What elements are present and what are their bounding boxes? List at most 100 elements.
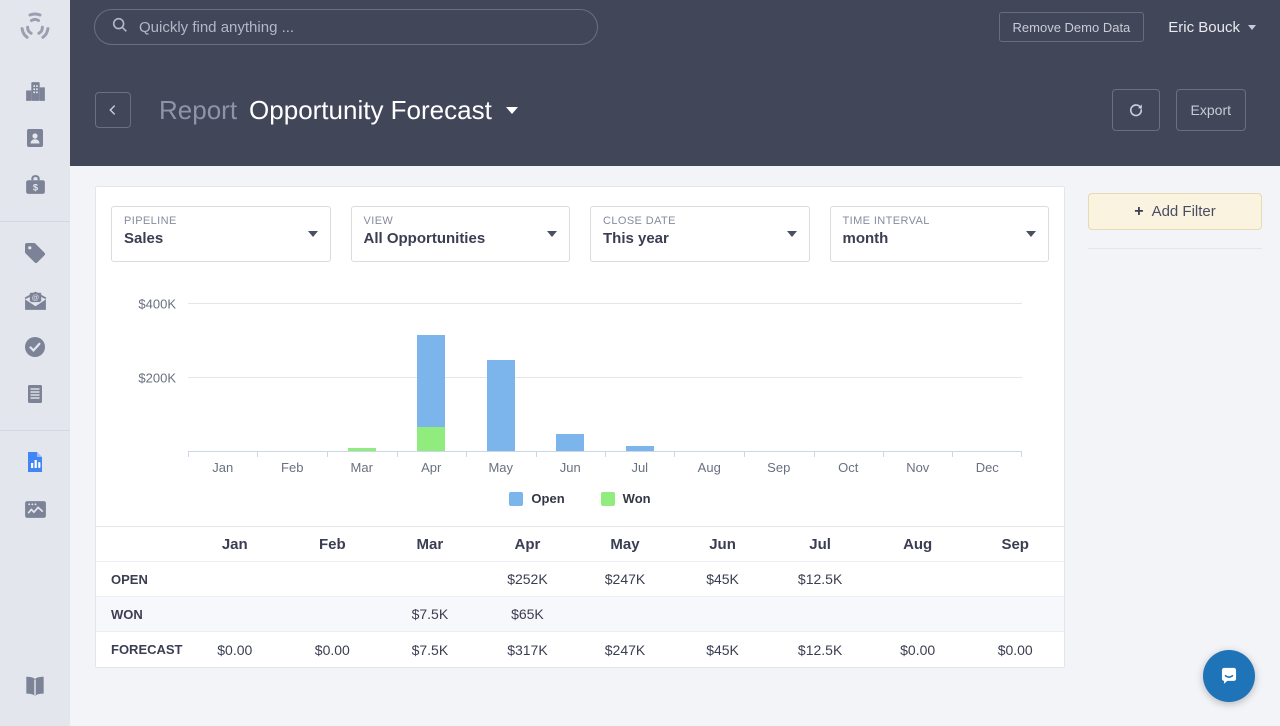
chart-column <box>814 304 884 451</box>
bar-sep[interactable] <box>765 304 793 451</box>
axis-tick <box>326 452 328 457</box>
axis-tick <box>465 452 467 457</box>
x-axis-label: May <box>488 460 514 475</box>
filter-view[interactable]: VIEW All Opportunities <box>350 206 570 262</box>
filter-close-date[interactable]: CLOSE DATE This year <box>590 206 810 262</box>
won-bar-segment[interactable] <box>417 427 446 451</box>
legend-swatch <box>600 491 615 506</box>
bar-feb[interactable] <box>278 304 306 451</box>
sidebar-item-contacts[interactable] <box>0 117 70 164</box>
axis-tick <box>952 452 954 457</box>
chevron-down-icon[interactable] <box>505 106 518 114</box>
page-title: Opportunity Forecast <box>249 94 492 125</box>
axis-tick <box>883 452 884 457</box>
back-button[interactable] <box>95 92 131 128</box>
app-logo-icon[interactable] <box>17 0 53 54</box>
bar-jan[interactable] <box>209 304 237 451</box>
chat-bubble-icon <box>1221 667 1237 684</box>
axis-tick <box>605 452 606 457</box>
filter-side-panel: + Add Filter <box>1088 193 1262 249</box>
report-title-group[interactable]: Report Opportunity Forecast <box>159 95 518 126</box>
chevron-down-icon <box>307 231 318 237</box>
briefcase-dollar-icon: $ <box>23 173 48 203</box>
remove-demo-data-button[interactable]: Remove Demo Data <box>998 12 1145 42</box>
open-bar-segment[interactable] <box>625 446 654 451</box>
check-circle-icon <box>23 335 47 364</box>
report-content: PIPELINE Sales VIEW All Opportunities CL… <box>70 166 1280 726</box>
book-icon <box>22 673 48 704</box>
chart-column <box>953 304 1023 451</box>
legend-item-won[interactable]: Won <box>600 491 651 506</box>
axis-tick <box>188 452 189 457</box>
y-axis-tick-label: $200K <box>138 370 176 386</box>
legend-swatch <box>509 491 524 506</box>
chevron-down-icon <box>1026 231 1036 237</box>
filter-pipeline[interactable]: PIPELINE Sales <box>111 206 331 262</box>
filter-time-interval[interactable]: TIME INTERVAL month <box>829 206 1049 262</box>
x-axis-label: Jun <box>559 460 581 475</box>
chart-plot <box>188 303 1023 452</box>
table-header-cell: Jan <box>221 535 248 553</box>
plus-icon: + <box>1134 202 1144 220</box>
chevron-down-icon <box>1248 24 1256 30</box>
bar-jul[interactable] <box>625 304 654 451</box>
x-axis-label: Oct <box>838 460 859 475</box>
sidebar-item-companies[interactable] <box>0 70 70 117</box>
chart-area: $400K $200K <box>96 290 1064 452</box>
bar-apr[interactable] <box>417 304 446 451</box>
refresh-button[interactable] <box>1111 89 1160 131</box>
table-header-cell: Mar <box>416 535 444 553</box>
report-kicker: Report <box>159 94 238 125</box>
table-cell: $252K <box>507 571 548 587</box>
won-bar-segment[interactable] <box>347 448 376 451</box>
table-row-label: WON <box>111 606 143 622</box>
sidebar-item-tasks[interactable] <box>0 326 70 373</box>
bar-may[interactable] <box>486 304 515 451</box>
filter-value: month <box>842 230 889 247</box>
sidebar-item-insights[interactable] <box>0 488 70 535</box>
global-search[interactable] <box>94 9 598 45</box>
sidebar-item-email[interactable]: @ <box>0 279 70 326</box>
sidebar-item-reports[interactable] <box>0 441 70 488</box>
chat-launcher-button[interactable] <box>1203 650 1255 702</box>
x-axis-label: Dec <box>975 460 999 475</box>
sidebar-item-notes[interactable] <box>0 373 70 420</box>
export-button[interactable]: Export <box>1175 89 1246 131</box>
table-cell: $7.5K <box>411 641 449 658</box>
table-cell: $12.5K <box>797 641 843 658</box>
chart-column <box>744 304 814 451</box>
table-cell: $317K <box>507 641 548 658</box>
axis-tick <box>813 452 815 457</box>
open-bar-segment[interactable] <box>556 434 585 451</box>
table-cell: $0.00 <box>314 641 350 658</box>
bar-oct[interactable] <box>834 304 862 451</box>
add-filter-button[interactable]: + Add Filter <box>1088 193 1262 230</box>
sidebar-item-tags[interactable] <box>0 232 70 279</box>
sidebar-item-help[interactable] <box>0 665 70 712</box>
report-card: PIPELINE Sales VIEW All Opportunities CL… <box>95 186 1065 668</box>
table-cell: $247K <box>604 641 646 658</box>
search-icon <box>111 16 129 39</box>
bar-dec[interactable] <box>973 304 1001 451</box>
chart-column <box>258 304 328 451</box>
filter-row: PIPELINE Sales VIEW All Opportunities CL… <box>96 187 1064 262</box>
table-header-cell: Aug <box>903 535 933 553</box>
table-header-cell: Jul <box>809 535 831 553</box>
sidebar-item-opportunities[interactable]: $ <box>0 164 70 211</box>
filter-label: TIME INTERVAL <box>842 215 930 227</box>
axis-tick <box>257 452 259 457</box>
bar-aug[interactable] <box>695 304 723 451</box>
chart-column <box>605 304 675 451</box>
open-bar-segment[interactable] <box>486 360 515 451</box>
axis-tick <box>396 452 398 457</box>
user-menu[interactable]: Eric Bouck <box>1168 19 1256 36</box>
bar-jun[interactable] <box>556 304 585 451</box>
legend-item-open[interactable]: Open <box>509 491 565 506</box>
x-axis-labels: Jan Feb Mar Apr May Jun Jul Aug Sep Oct Nov Dec <box>188 460 1022 475</box>
search-input[interactable] <box>139 18 581 36</box>
open-bar-segment[interactable] <box>417 334 446 428</box>
bar-nov[interactable] <box>904 304 932 451</box>
bar-mar[interactable] <box>347 304 376 451</box>
table-row: WON $7.5K $65K <box>96 597 1064 632</box>
x-axis-label: Feb <box>281 460 304 475</box>
